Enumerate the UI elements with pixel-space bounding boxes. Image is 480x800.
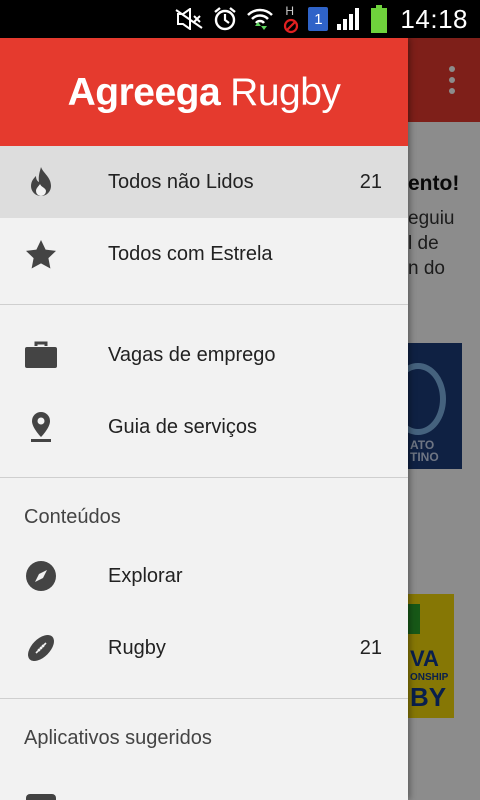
nav-item-label: Vagas de emprego	[108, 343, 276, 366]
compass-icon	[24, 560, 58, 592]
app-logo: Agreega Rugby	[68, 71, 341, 115]
nav-item-rugby[interactable]: Rugby 21	[0, 612, 408, 684]
nav-item-label: Guia de serviços	[108, 415, 257, 438]
mute-icon	[174, 8, 204, 30]
brand-name-part1: Agreega	[67, 71, 221, 114]
rugby-ball-icon	[24, 632, 58, 664]
fire-icon	[24, 166, 58, 198]
unread-count: 21	[359, 636, 382, 659]
nav-item-vagas-de-emprego[interactable]: Vagas de emprego	[0, 319, 408, 391]
section-header-aplicativos-sugeridos: Aplicativos sugeridos	[0, 713, 408, 761]
network-type-label: H	[285, 4, 295, 18]
section-header-label: Aplicativos sugeridos	[24, 727, 212, 749]
location-pin-icon	[24, 411, 58, 443]
brand-name-part2: Rugby	[230, 71, 341, 114]
signal-icon	[336, 7, 362, 31]
nav-item-label: Explorar	[108, 564, 183, 587]
no-data-icon: H	[282, 4, 300, 34]
navigation-drawer: Agreega Rugby Todos não Lidos 21 Todos co…	[0, 38, 408, 800]
drawer-header: Agreega Rugby	[0, 38, 408, 146]
nav-item-label: Todos com Estrela	[108, 242, 273, 265]
nav-item-todos-nao-lidos[interactable]: Todos não Lidos 21	[0, 146, 408, 218]
divider	[0, 698, 408, 699]
unread-count: 21	[359, 170, 382, 193]
nav-item-guia-de-servicos[interactable]: Guia de serviços	[0, 391, 408, 463]
nav-item-label: Todos não Lidos	[108, 170, 254, 193]
section-header-conteudos: Conteúdos	[0, 492, 408, 540]
notification-icon: 1	[308, 7, 329, 31]
nav-item-todos-com-estrela[interactable]: Todos com Estrela	[0, 218, 408, 290]
divider	[0, 304, 408, 305]
divider	[0, 477, 408, 478]
status-bar: H 1 14:18	[0, 0, 480, 38]
section-header-label: Conteúdos	[24, 506, 121, 528]
nav-item-explorar[interactable]: Explorar	[0, 540, 408, 612]
app-icon[interactable]	[26, 794, 56, 800]
battery-icon	[370, 5, 388, 33]
briefcase-icon	[24, 339, 58, 371]
alarm-icon	[212, 6, 238, 32]
wifi-icon	[246, 7, 274, 31]
nav-item-label: Rugby	[108, 636, 166, 659]
clock: 14:18	[400, 3, 468, 34]
star-icon	[24, 238, 58, 270]
